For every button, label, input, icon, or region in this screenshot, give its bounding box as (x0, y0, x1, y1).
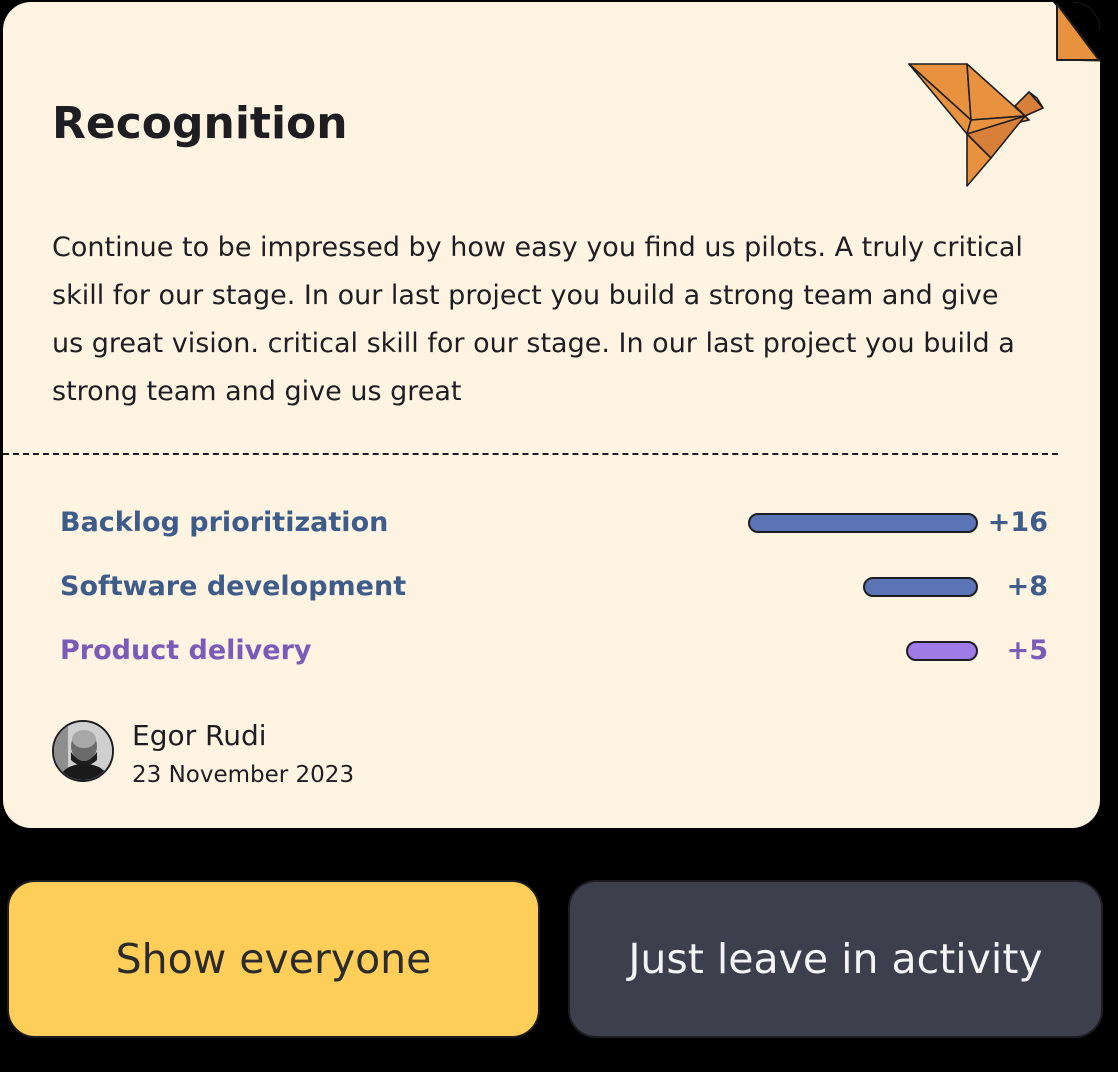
author-name: Egor Rudi (132, 719, 267, 752)
skill-name: Software development (60, 571, 407, 602)
card-title: Recognition (52, 98, 348, 149)
skill-row-product-delivery: Product delivery +5 (60, 631, 1050, 671)
skill-row-backlog-prioritization: Backlog prioritization +16 (60, 503, 1050, 543)
recognition-card: Recognition Continue to be impressed by … (3, 2, 1100, 828)
skill-row-software-development: Software development +8 (60, 567, 1050, 607)
skill-name: Product delivery (60, 635, 312, 666)
dashed-divider (3, 453, 1058, 455)
skill-score-bar (748, 513, 978, 533)
skill-score-bar (906, 641, 978, 661)
author-date: 23 November 2023 (132, 762, 355, 788)
avatar[interactable] (52, 720, 114, 782)
origami-bird-icon (908, 63, 1044, 187)
skill-name: Backlog prioritization (60, 507, 389, 538)
skill-score: +5 (1006, 635, 1048, 666)
recognition-screen: Recognition Continue to be impressed by … (0, 0, 1118, 1072)
skill-score-bar (863, 577, 978, 597)
recognition-message: Continue to be impressed by how easy you… (52, 232, 1023, 407)
author-photo-icon (54, 722, 112, 780)
page-fold-corner (1053, 2, 1100, 62)
just-leave-in-activity-button[interactable]: Just leave in activity (568, 880, 1103, 1038)
skill-score: +16 (987, 507, 1048, 538)
show-everyone-button[interactable]: Show everyone (7, 880, 540, 1038)
skill-score: +8 (1006, 571, 1048, 602)
